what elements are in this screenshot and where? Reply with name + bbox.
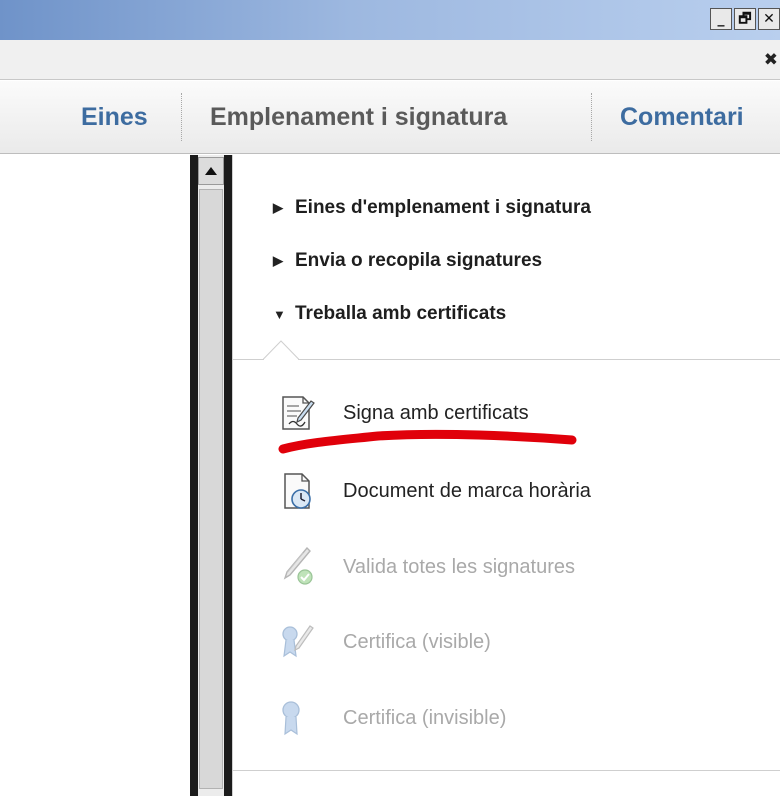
window-title-bar: _ 🗗 ✕ <box>0 0 780 40</box>
tool-document-marca-horaria[interactable]: Document de marca horària <box>277 471 591 511</box>
vertical-scrollbar[interactable] <box>190 155 232 796</box>
scrollbar-thumb[interactable] <box>199 189 223 789</box>
minimize-button[interactable]: _ <box>710 8 732 30</box>
tool-label: Document de marca horària <box>343 479 591 502</box>
tab-divider <box>181 93 182 141</box>
arrow-up-icon <box>205 167 217 175</box>
tab-emplenament-i-signatura[interactable]: Emplenament i signatura <box>210 81 507 153</box>
menu-bar: ✖ <box>0 40 780 80</box>
panel-bottom-divider <box>233 770 780 771</box>
window-controls: _ 🗗 ✕ <box>710 8 780 30</box>
tab-eines[interactable]: Eines <box>81 81 148 153</box>
close-button[interactable]: ✕ <box>758 8 780 30</box>
tool-label: Valida totes les signatures <box>343 555 575 578</box>
tab-comentari[interactable]: Comentari <box>620 81 744 153</box>
tool-certifica-visible[interactable]: Certifica (visible) <box>277 622 491 662</box>
section-treballa-certificats[interactable]: ▼ Treballa amb certificats <box>273 299 506 329</box>
tab-divider <box>591 93 592 141</box>
tool-label: Certifica (visible) <box>343 630 491 653</box>
sign-certificate-icon <box>282 396 315 430</box>
tool-label: Signa amb certificats <box>343 401 529 424</box>
validate-signatures-icon <box>283 547 313 585</box>
section-label: Eines d'emplenament i signatura <box>295 197 591 218</box>
scroll-up-button[interactable] <box>198 157 224 185</box>
restore-button[interactable]: 🗗 <box>734 8 756 30</box>
tool-label: Certifica (invisible) <box>343 706 507 729</box>
fill-and-sign-panel: ▶ Eines d'emplenament i signatura ▶ Envi… <box>232 155 780 796</box>
section-label: Treballa amb certificats <box>295 303 507 324</box>
tool-certifica-invisible[interactable]: Certifica (invisible) <box>277 698 506 738</box>
timestamp-document-icon <box>284 473 311 509</box>
scrollbar-edge <box>224 155 232 796</box>
expanded-arrow-icon: ▼ <box>273 306 286 322</box>
section-eines-emplenament[interactable]: ▶ Eines d'emplenament i signatura <box>273 193 591 223</box>
certify-invisible-icon <box>282 701 300 736</box>
task-toolbar: Eines Emplenament i signatura Comentari <box>0 81 780 154</box>
section-divider <box>233 359 780 360</box>
tool-signa-amb-certificats[interactable]: Signa amb certificats <box>277 393 529 433</box>
collapsed-arrow-icon: ▶ <box>273 253 283 268</box>
scrollbar-edge <box>190 155 198 796</box>
collapsed-arrow-icon: ▶ <box>273 200 283 215</box>
document-pane <box>0 155 190 796</box>
expanded-pointer-notch <box>263 340 299 360</box>
close-document-button[interactable]: ✖ <box>764 50 778 70</box>
tool-valida-signatures[interactable]: Valida totes les signatures <box>277 547 575 587</box>
section-envia-signatures[interactable]: ▶ Envia o recopila signatures <box>273 246 542 276</box>
certify-visible-icon <box>282 625 314 658</box>
section-label: Envia o recopila signatures <box>295 250 543 271</box>
